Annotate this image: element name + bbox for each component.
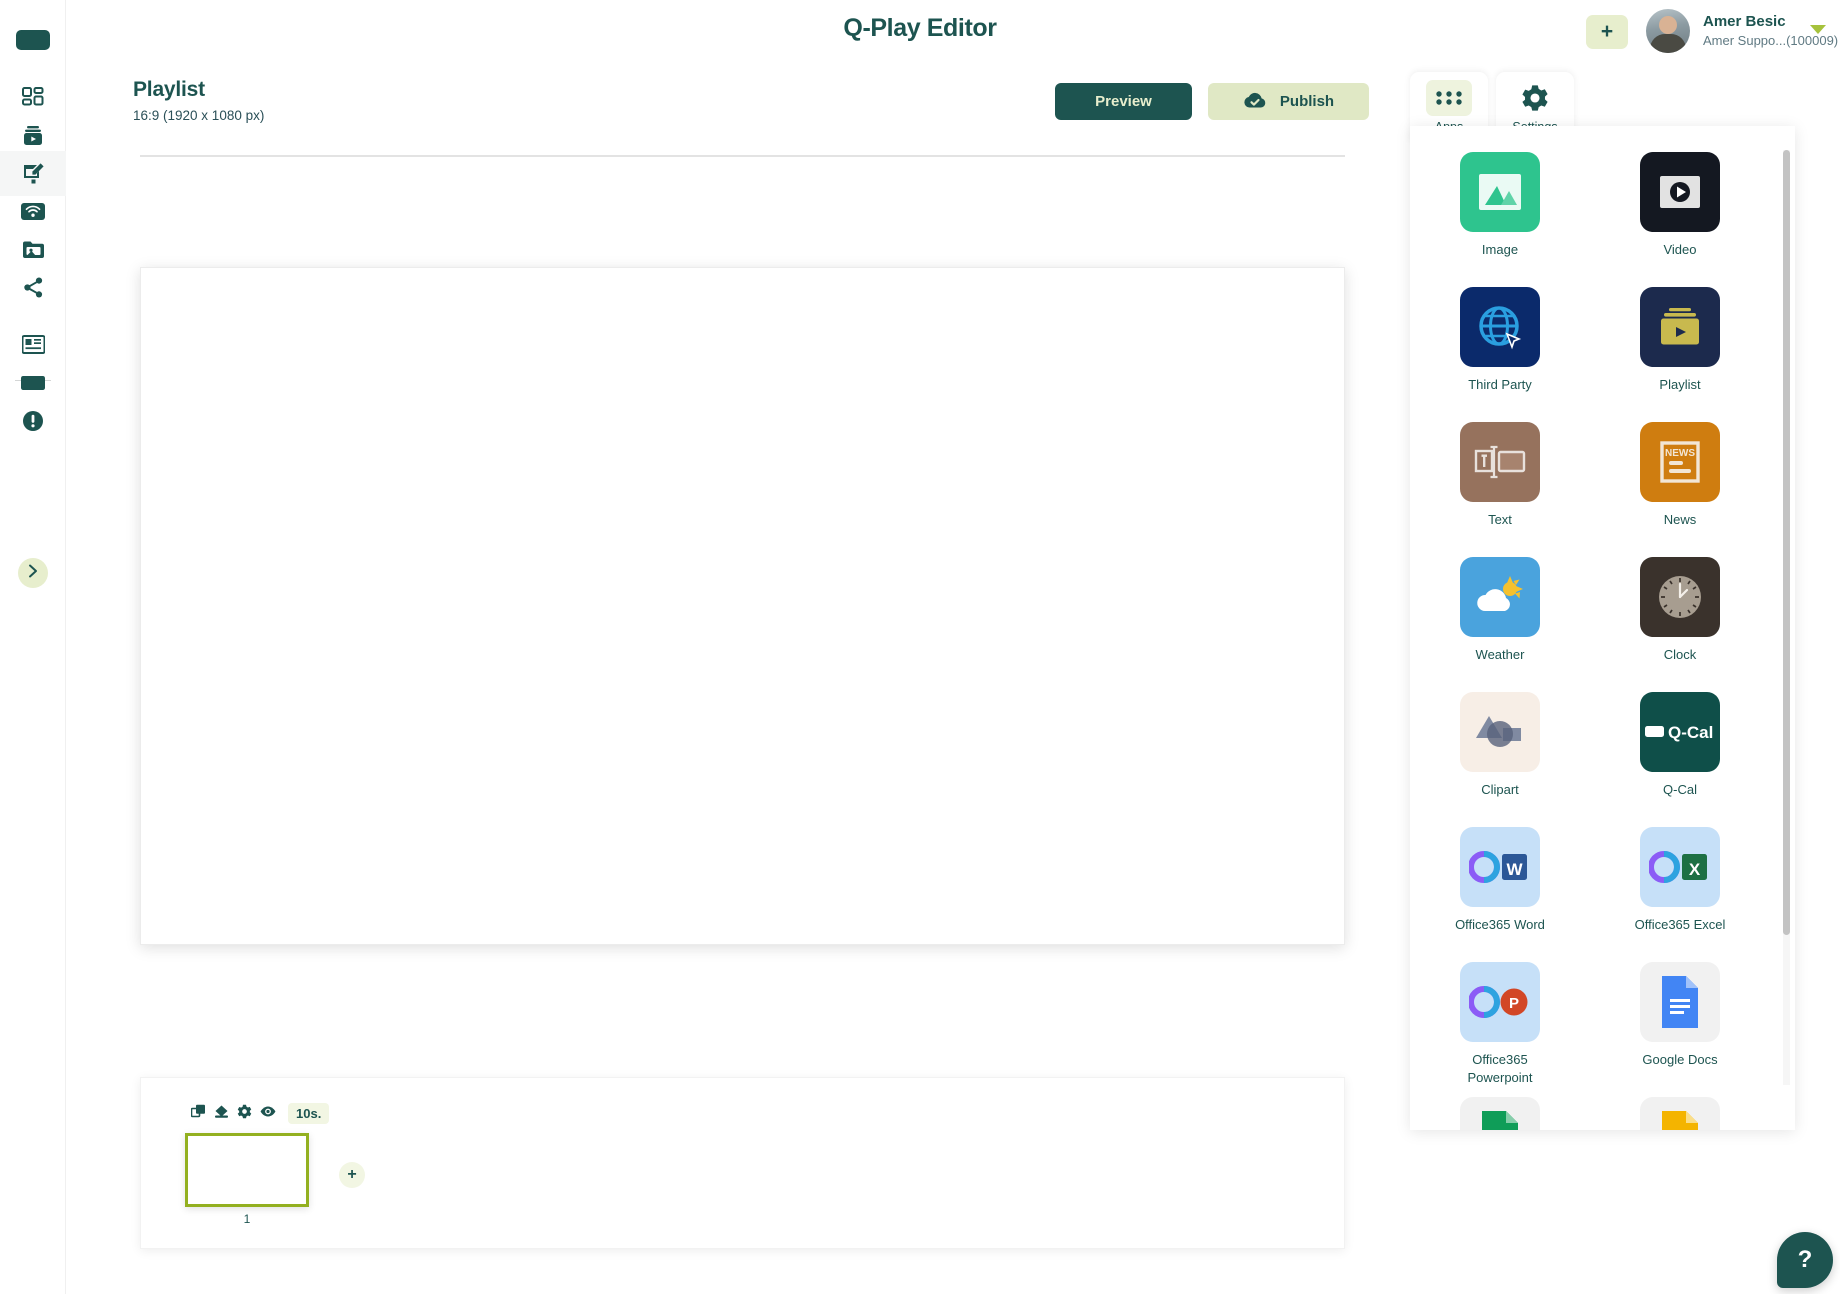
paint-icon[interactable] <box>214 1104 229 1124</box>
app-item-weather[interactable]: Weather <box>1440 557 1560 692</box>
header-divider <box>140 155 1345 157</box>
screen-edit-icon <box>22 162 45 185</box>
cloud-check-icon <box>1243 91 1267 113</box>
ms-powerpoint-icon: P <box>1460 962 1540 1042</box>
display-icon <box>21 375 45 390</box>
app-label: Google Docs <box>1642 1052 1718 1067</box>
app-item-text[interactable]: Text <box>1440 422 1560 557</box>
dashboard-icon <box>22 86 44 109</box>
news-icon: NEWS <box>1640 422 1720 502</box>
media-library-icon <box>22 125 44 147</box>
sidebar-item-share[interactable] <box>0 265 66 310</box>
alert-icon <box>22 410 44 432</box>
wifi-icon <box>21 203 45 220</box>
slide-thumbnail[interactable] <box>185 1133 309 1207</box>
apps-scrollbar-thumb[interactable] <box>1783 150 1790 935</box>
left-rail <box>0 0 66 1294</box>
slide-index-label: 1 <box>243 1212 251 1226</box>
app-label: Office365 Word <box>1455 917 1545 932</box>
app-item-playlist[interactable]: Playlist <box>1620 287 1740 422</box>
chevron-right-icon <box>28 564 39 583</box>
publish-button[interactable]: Publish <box>1208 83 1369 120</box>
app-item-image[interactable]: Image <box>1440 152 1560 287</box>
text-box-icon <box>1460 422 1540 502</box>
app-label: Office365 Powerpoint <box>1467 1052 1533 1085</box>
help-button[interactable]: ? <box>1777 1232 1833 1288</box>
eye-icon[interactable] <box>260 1104 276 1124</box>
svg-text:X: X <box>1689 860 1701 879</box>
gear-icon[interactable] <box>237 1104 252 1124</box>
timeline-panel: 10s. 1 + <box>140 1077 1345 1249</box>
avatar <box>1646 9 1690 53</box>
app-item-news[interactable]: NEWS News <box>1620 422 1740 557</box>
app-label: Clipart <box>1481 782 1519 797</box>
page-title: Q-Play Editor <box>843 14 997 42</box>
app-label: Playlist <box>1659 377 1701 392</box>
right-panel: Apps Settings <box>1410 72 1795 1284</box>
app-item-clock[interactable]: Clock <box>1620 557 1740 692</box>
app-label: Weather <box>1475 647 1525 662</box>
image-icon <box>1460 152 1540 232</box>
app-label: Clock <box>1663 647 1697 662</box>
app-label: Text <box>1488 512 1512 527</box>
app-item-clipart[interactable]: Clipart <box>1440 692 1560 827</box>
qcal-icon: Q-Cal <box>1640 692 1720 772</box>
playlist-title: Playlist <box>133 78 205 101</box>
slide-duration-badge[interactable]: 10s. <box>288 1103 330 1124</box>
add-slide-button[interactable]: + <box>339 1162 365 1188</box>
apps-panel: Image Video Third Party Playlist Text NE… <box>1410 126 1795 1130</box>
duplicate-icon[interactable] <box>190 1104 206 1124</box>
sidebar-item-alerts[interactable] <box>0 398 66 443</box>
slide-canvas[interactable] <box>140 267 1345 945</box>
google-slides-icon <box>1640 1097 1720 1130</box>
app-item-office365-excel[interactable]: X Office365 Excel <box>1620 827 1740 962</box>
svg-text:P: P <box>1509 995 1519 1012</box>
app-item-office365-word[interactable]: W Office365 Word <box>1440 827 1560 962</box>
app-label: Office365 Excel <box>1634 917 1726 932</box>
add-tab-button[interactable]: + <box>1586 15 1628 49</box>
app-label: Q-Cal <box>1663 782 1697 797</box>
svg-text:NEWS: NEWS <box>1665 448 1695 459</box>
clock-icon <box>1640 557 1720 637</box>
app-label: News <box>1663 512 1697 527</box>
folder-image-icon <box>22 240 45 259</box>
ms-excel-icon: X <box>1640 827 1720 907</box>
playlist-box-icon <box>1640 287 1720 367</box>
app-label: Video <box>1663 242 1697 257</box>
google-sheets-icon <box>1460 1097 1540 1130</box>
svg-text:W: W <box>1506 860 1523 879</box>
sidebar-expand-button[interactable] <box>18 558 48 588</box>
app-item-third-party[interactable]: Third Party <box>1440 287 1560 422</box>
app-label: Image <box>1481 242 1519 257</box>
playlist-resolution: 16:9 (1920 x 1080 px) <box>133 108 265 123</box>
app-item-video[interactable]: Video <box>1620 152 1740 287</box>
gear-icon <box>1512 80 1558 116</box>
publish-label: Publish <box>1279 93 1335 110</box>
newspaper-icon <box>21 335 45 354</box>
app-item-qcal[interactable]: Q-Cal Q-Cal <box>1620 692 1740 827</box>
clipart-icon <box>1460 692 1540 772</box>
app-item-google-slides[interactable]: Google Slides <box>1620 1097 1740 1130</box>
chevron-down-icon[interactable] <box>1810 25 1826 34</box>
app-item-google-docs[interactable]: Google Docs <box>1620 962 1740 1097</box>
video-icon <box>1640 152 1720 232</box>
app-label: Third Party <box>1468 377 1532 392</box>
ms-word-icon: W <box>1460 827 1540 907</box>
apps-grid: Image Video Third Party Playlist Text NE… <box>1440 152 1740 1130</box>
slide-toolbar: 10s. <box>190 1103 330 1124</box>
weather-icon <box>1460 557 1540 637</box>
grid-dots-icon <box>1426 80 1472 116</box>
app-item-office365-powerpoint[interactable]: P Office365 Powerpoint <box>1440 962 1560 1097</box>
svg-text:Q-Cal: Q-Cal <box>1668 723 1713 742</box>
preview-button[interactable]: Preview <box>1055 83 1192 120</box>
globe-cursor-icon <box>1460 287 1540 367</box>
app-item-google-sheets[interactable]: Google Sheets <box>1440 1097 1560 1130</box>
share-icon <box>23 277 44 298</box>
user-subtitle: Amer Suppo...(100009) <box>1703 33 1839 49</box>
google-docs-icon <box>1640 962 1720 1042</box>
